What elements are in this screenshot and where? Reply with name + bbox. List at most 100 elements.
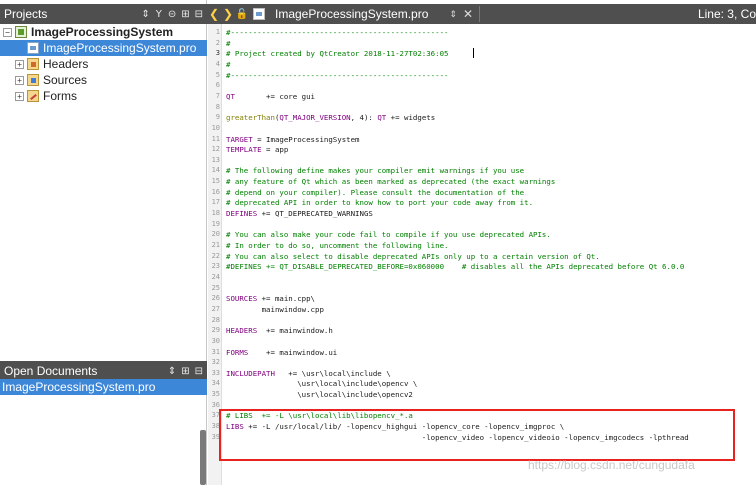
projects-pane-title: Projects — [4, 7, 48, 21]
expand-icon[interactable]: + — [15, 91, 24, 101]
code-line[interactable]: DEFINES += QT_DEPRECATED_WARNINGS — [226, 208, 373, 219]
line-number: 19 — [211, 219, 220, 228]
line-number: 23 — [211, 262, 220, 271]
tree-item-label: Sources — [43, 73, 88, 87]
code-line[interactable]: # deprecated API in order to know how to… — [226, 197, 533, 208]
open-documents-pane-title: Open Documents — [4, 364, 98, 378]
cursor-position-label[interactable]: Line: 3, Co — [698, 7, 756, 21]
line-number: 31 — [211, 347, 220, 356]
tree-item-headers[interactable]: + Headers — [0, 56, 207, 72]
line-number: 21 — [211, 241, 220, 249]
code-line[interactable]: HEADERS += mainwindow.h — [226, 325, 333, 336]
open-documents-list: ImageProcessingSystem.pro — [0, 379, 207, 395]
projects-pane-toolbar: ⇕ Y ⊝ ⊞ ⊟ — [141, 9, 207, 20]
highlight-annotation-box — [219, 409, 735, 461]
view-selector-icon[interactable]: ⇕ — [168, 366, 176, 377]
code-line[interactable]: QT += core gui — [226, 91, 315, 102]
filter-icon[interactable]: Y — [155, 9, 163, 20]
line-number: 28 — [211, 315, 220, 324]
expand-icon[interactable]: + — [15, 59, 24, 69]
close-pane-icon[interactable]: ⊟ — [195, 9, 203, 20]
document-selector-label: ImageProcessingSystem.pro — [275, 7, 429, 21]
open-documents-pane-header: Open Documents ⇕ ⊞ ⊟ — [0, 361, 207, 381]
code-line[interactable]: SOURCES += main.cpp\ — [226, 293, 315, 304]
code-line[interactable]: # The following define makes your compil… — [226, 165, 524, 176]
code-line[interactable]: # — [226, 38, 230, 49]
line-number: 14 — [211, 166, 220, 175]
split-icon[interactable]: ⊞ — [181, 9, 189, 20]
line-number: 32 — [211, 358, 220, 367]
text-cursor — [473, 48, 474, 59]
line-number: 11 — [211, 134, 220, 143]
scrollbar[interactable] — [200, 430, 206, 485]
line-number: 9 — [215, 113, 220, 122]
line-number: 3 — [215, 49, 220, 58]
view-selector-icon[interactable]: ⇕ — [141, 9, 149, 20]
line-number: 8 — [215, 102, 220, 111]
document-selector[interactable]: ImageProcessingSystem.pro ⇕ — [271, 7, 461, 21]
code-line[interactable]: FORMS += mainwindow.ui — [226, 347, 337, 358]
project-tree: − ImageProcessingSystem ImageProcessingS… — [0, 24, 207, 104]
close-document-icon[interactable]: ✕ — [461, 7, 475, 21]
watermark-text: https://blog.csdn.net/cungudafa — [528, 458, 695, 472]
code-line[interactable]: # — [226, 59, 230, 70]
line-number: 5 — [215, 70, 220, 79]
tree-item-sources[interactable]: + Sources — [0, 72, 207, 88]
headers-folder-icon — [27, 58, 39, 70]
lock-icon: 🔓 — [235, 8, 249, 20]
code-line[interactable]: \usr\local\include\opencv2 — [226, 389, 413, 400]
tree-item-label: Forms — [43, 89, 77, 103]
line-number: 34 — [211, 379, 220, 388]
code-line[interactable]: # any feature of Qt which as been marked… — [226, 176, 555, 187]
arrow-left-icon[interactable]: ❮ — [207, 7, 221, 21]
code-line[interactable]: TEMPLATE = app — [226, 144, 288, 155]
line-number: 29 — [211, 326, 220, 335]
line-number: 6 — [215, 81, 220, 90]
code-line[interactable]: # In order to do so, uncomment the follo… — [226, 240, 448, 251]
arrow-right-icon[interactable]: ❯ — [221, 7, 235, 21]
split-icon[interactable]: ⊞ — [181, 366, 189, 377]
open-document-label: ImageProcessingSystem.pro — [2, 380, 156, 394]
document-icon — [253, 8, 265, 20]
collapse-icon[interactable]: − — [3, 27, 12, 37]
line-number: 1 — [215, 28, 220, 36]
line-number: 20 — [211, 230, 220, 239]
sources-folder-icon — [27, 74, 39, 86]
code-line[interactable]: #DEFINES += QT_DISABLE_DEPRECATED_BEFORE… — [226, 261, 684, 272]
line-number: 15 — [211, 177, 220, 186]
code-line[interactable]: #---------------------------------------… — [226, 27, 448, 38]
tree-item-label: Headers — [43, 57, 89, 71]
toolbar-divider — [479, 6, 480, 22]
code-line[interactable]: INCLUDEPATH += \usr\local\include \ — [226, 368, 391, 379]
code-line[interactable]: # depend on your compiler). Please consu… — [226, 187, 524, 198]
open-document-item[interactable]: ImageProcessingSystem.pro — [0, 379, 207, 395]
line-number: 18 — [211, 209, 220, 218]
code-line[interactable]: # Project created by QtCreator 2018-11-2… — [226, 48, 448, 59]
code-line[interactable]: greaterThan(QT_MAJOR_VERSION, 4): QT += … — [226, 112, 435, 123]
editor-toolbar: ❮ ❯ 🔓 ImageProcessingSystem.pro ⇕ ✕ Line… — [207, 4, 756, 24]
tree-item-project[interactable]: − ImageProcessingSystem — [0, 24, 207, 40]
expand-icon[interactable]: + — [15, 75, 24, 85]
code-line[interactable]: \usr\local\include\opencv \ — [226, 378, 417, 389]
tree-item-label: ImageProcessingSystem.pro — [43, 41, 197, 55]
code-line[interactable]: #---------------------------------------… — [226, 70, 448, 81]
line-number: 10 — [211, 123, 220, 132]
tree-item-pro-file[interactable]: ImageProcessingSystem.pro — [0, 40, 207, 56]
line-number: 26 — [211, 294, 220, 303]
line-number: 30 — [211, 336, 220, 345]
code-line[interactable]: mainwindow.cpp — [226, 304, 324, 315]
project-icon — [15, 26, 27, 38]
tree-item-label: ImageProcessingSystem — [31, 25, 174, 39]
forms-folder-icon — [27, 90, 39, 102]
code-line[interactable]: TARGET = ImageProcessingSystem — [226, 134, 360, 145]
line-number: 35 — [211, 390, 220, 399]
tree-item-forms[interactable]: + Forms — [0, 88, 207, 104]
line-number: 7 — [215, 91, 220, 100]
code-line[interactable]: # You can also select to disable depreca… — [226, 251, 600, 262]
line-number: 2 — [215, 38, 220, 47]
code-line[interactable]: # You can also make your code fail to co… — [226, 229, 551, 240]
link-icon[interactable]: ⊝ — [168, 9, 176, 20]
projects-pane-header: Projects ⇕ Y ⊝ ⊞ ⊟ — [0, 4, 207, 24]
line-number: 17 — [211, 198, 220, 207]
close-pane-icon[interactable]: ⊟ — [195, 366, 203, 377]
